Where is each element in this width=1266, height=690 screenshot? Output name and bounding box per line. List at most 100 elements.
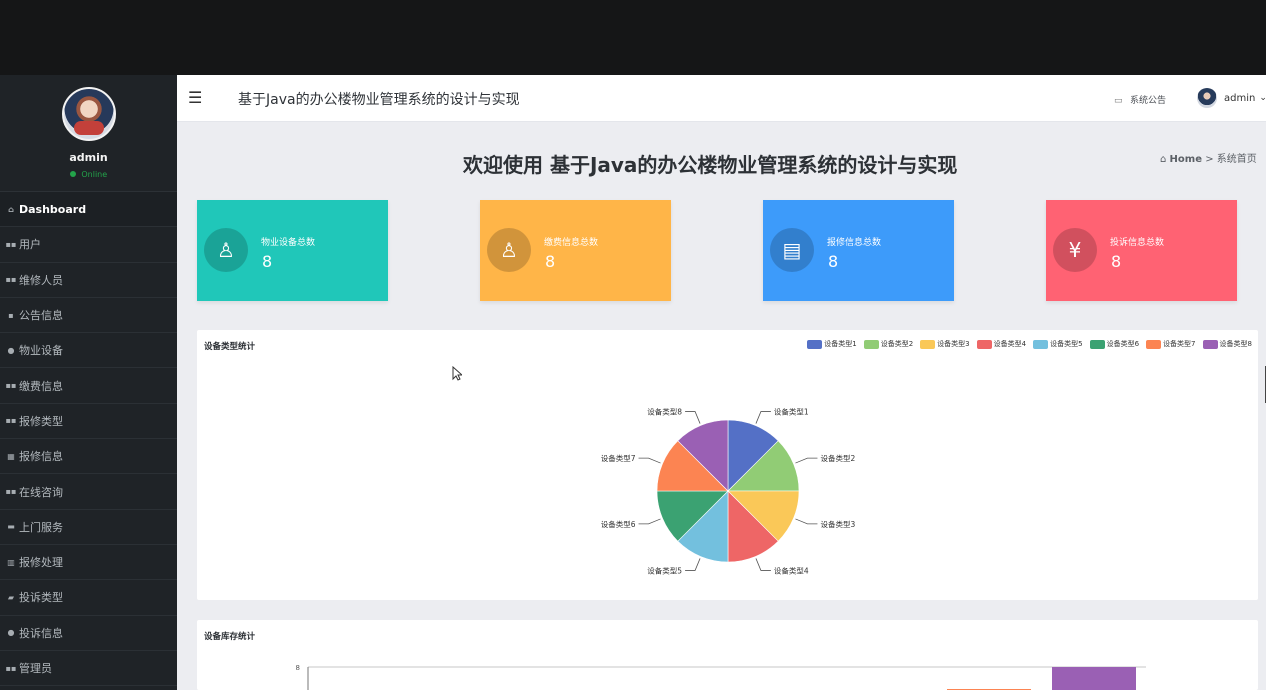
pie-label: 设备类型2: [820, 453, 855, 463]
sidebar-item-complaints[interactable]: ● 投诉信息: [0, 616, 177, 651]
summary-card-value: 8: [545, 252, 556, 271]
sidebar-item-complaint-types[interactable]: ▰ 投诉类型: [0, 580, 177, 616]
online-status-label: Online: [81, 170, 108, 179]
sidebar-item-payments[interactable]: ▪▪ 缴费信息: [0, 368, 177, 404]
home-icon: ⌂: [1160, 154, 1167, 165]
sidebar-item-label: 投诉类型: [19, 591, 63, 605]
grid-icon: ▪▪: [5, 663, 17, 673]
pie-label: 设备类型4: [774, 565, 809, 575]
sidebar-item-label: 报修信息: [19, 450, 63, 464]
sidebar: admin Online ⌂ Dashboard ▪▪ 用户 ▪▪ 维修人员 ▪ 公告信…: [0, 75, 177, 690]
sidebar-item-repair-handling[interactable]: ▥ 报修处理: [0, 545, 177, 581]
grid-icon: ▪▪: [5, 416, 17, 426]
inventory-chart-panel: 设备库存统计 8: [197, 620, 1258, 690]
pie-chart: 设备类型1 设备类型2 设备类型3 设备类型4 设备类型5 设备类型6 设备类型7 设备类型8: [601, 407, 856, 576]
online-status: Online: [0, 170, 177, 179]
pie-label-line: [638, 518, 661, 525]
main-content: ☰ 基于Java的办公楼物业管理系统的设计与实现 ▭ 系统公告 admin ⌄ 欢…: [177, 75, 1266, 690]
bar[interactable]: [1052, 667, 1136, 690]
sidebar-item-repair-info[interactable]: ▦ 报修信息: [0, 439, 177, 475]
summary-card-label: 缴费信息总数: [544, 238, 599, 248]
summary-card-label: 投诉信息总数: [1110, 238, 1165, 248]
sidebar-item-label: 报修类型: [19, 414, 63, 428]
sidebar-item-repair-staff[interactable]: ▪▪ 维修人员: [0, 263, 177, 298]
sidebar-item-label: 缴费信息: [19, 379, 63, 393]
summary-card-equipment[interactable]: ♙ 物业设备总数 8: [197, 200, 388, 301]
sidebar-menu: ⌂ Dashboard ▪▪ 用户 ▪▪ 维修人员 ▪ 公告信息 ● 物业设备 ▪▪ 缴费信…: [0, 192, 177, 687]
sidebar-item-label: 管理员: [19, 662, 52, 675]
user-icon: ●: [7, 628, 15, 638]
summary-card-label: 物业设备总数: [261, 238, 316, 248]
sidebar-item-label: Dashboard: [19, 202, 87, 216]
sidebar-item-home-service[interactable]: ▬ 上门服务: [0, 510, 177, 545]
sidebar-item-consultation[interactable]: ▪▪ 在线咨询: [0, 474, 177, 510]
summary-card-payments[interactable]: ♙ 缴费信息总数 8: [480, 200, 671, 301]
user-menu-button[interactable]: admin ⌄: [1197, 87, 1266, 109]
briefcase-icon: ▬: [7, 522, 15, 532]
bar-y-tick-label: 8: [296, 664, 300, 672]
thumbs-icon: ▰: [7, 592, 15, 602]
pie-label-line: [685, 411, 701, 424]
breadcrumb-current: 系统首页: [1216, 154, 1257, 165]
pie-label-line: [755, 411, 771, 424]
sidebar-item-repair-types[interactable]: ▪▪ 报修类型: [0, 404, 177, 440]
sidebar-item-admins[interactable]: ▪▪ 管理员: [0, 651, 177, 687]
summary-card-repairs[interactable]: ▤ 报修信息总数 8: [763, 200, 954, 301]
grid-icon: ▪▪: [5, 275, 17, 285]
summary-card-complaints[interactable]: ¥ 投诉信息总数 8: [1046, 200, 1237, 301]
user-outline-icon: ♙: [204, 228, 248, 272]
sidebar-item-property-equipment[interactable]: ● 物业设备: [0, 333, 177, 369]
document-icon: ▤: [770, 228, 814, 272]
summary-card-value: 8: [262, 252, 273, 271]
yen-icon: ¥: [1053, 228, 1097, 272]
screen-top-bar: [0, 0, 1266, 75]
bar-chart-icon: ▥: [7, 557, 15, 567]
sidebar-item-label: 报修处理: [19, 556, 63, 570]
breadcrumb-separator: >: [1205, 154, 1214, 165]
pie-label-line: [638, 457, 661, 464]
pie-label-line: [685, 558, 701, 571]
sidebar-item-label: 维修人员: [19, 273, 63, 287]
summary-card-value: 8: [828, 252, 839, 271]
chevron-down-icon: ⌄: [1259, 93, 1266, 103]
sidebar-item-users[interactable]: ▪▪ 用户: [0, 227, 177, 263]
sidebar-item-label: 用户: [19, 238, 41, 252]
pie-label: 设备类型1: [774, 407, 809, 417]
user-outline-icon: ♙: [487, 228, 531, 272]
user-icon: ●: [7, 345, 15, 355]
avatar: [61, 87, 116, 141]
pie-label: 设备类型5: [647, 565, 682, 575]
pie-label-line: [795, 518, 818, 525]
page-title: 欢迎使用 基于Java的办公楼物业管理系统的设计与实现: [463, 153, 958, 177]
sidebar-item-label: 物业设备: [19, 344, 63, 358]
system-notice-label: 系统公告: [1130, 96, 1167, 106]
pie-label-line: [795, 457, 818, 464]
mouse-cursor-icon: [452, 366, 462, 381]
sidebar-item-label: 在线咨询: [19, 485, 63, 499]
online-icon: [69, 171, 76, 177]
sidebar-item-label: 上门服务: [19, 520, 63, 534]
bar-chart: 8: [296, 664, 1146, 690]
grid-icon: ▪▪: [5, 381, 17, 391]
pie-label-line: [755, 558, 771, 571]
breadcrumb: ⌂ Home > 系统首页: [1160, 150, 1257, 165]
system-notice-button[interactable]: ▭ 系统公告: [1114, 93, 1166, 106]
equipment-type-chart-panel: 设备类型统计 设备类型1 设备类型2 设备类型3 设备类型4 设备类型5 设备类型6 设备类…: [197, 330, 1258, 600]
home-icon: ⌂: [8, 204, 14, 214]
breadcrumb-home[interactable]: Home: [1170, 154, 1202, 165]
summary-cards: ♙ 物业设备总数 8 ♙ 缴费信息总数 8 ▤ 报修信息总数 8 ¥ 投诉信息总…: [197, 200, 1238, 301]
sidebar-item-label: 公告信息: [19, 309, 63, 323]
summary-card-label: 报修信息总数: [827, 238, 882, 248]
sidebar-profile: admin Online: [0, 75, 177, 192]
sidebar-item-notices[interactable]: ▪ 公告信息: [0, 298, 177, 334]
menu-toggle-icon[interactable]: ☰: [188, 89, 203, 106]
summary-card-value: 8: [1111, 252, 1122, 271]
sidebar-user-name: admin: [69, 151, 108, 164]
pie-label: 设备类型6: [601, 519, 636, 529]
avatar: [1197, 88, 1217, 108]
document-icon: ▪: [8, 310, 14, 320]
pie-label: 设备类型3: [820, 519, 855, 529]
notice-icon: ▭: [1114, 96, 1123, 106]
pie-label: 设备类型8: [647, 407, 682, 417]
sidebar-item-dashboard[interactable]: ⌂ Dashboard: [0, 192, 177, 228]
